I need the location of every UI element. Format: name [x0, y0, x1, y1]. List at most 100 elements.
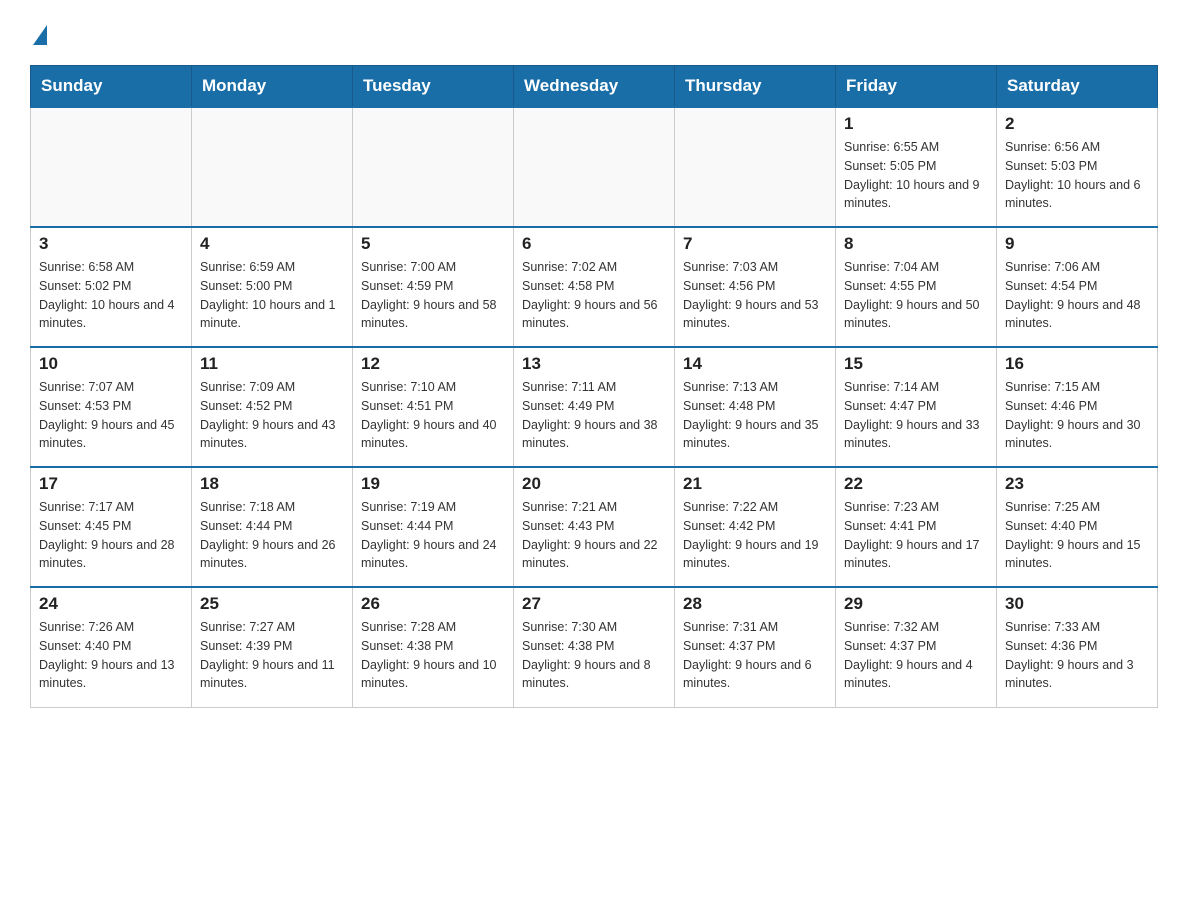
day-info: Sunrise: 7:10 AM Sunset: 4:51 PM Dayligh… [361, 378, 505, 453]
calendar-table: SundayMondayTuesdayWednesdayThursdayFrid… [30, 65, 1158, 708]
day-info: Sunrise: 7:19 AM Sunset: 4:44 PM Dayligh… [361, 498, 505, 573]
day-info: Sunrise: 7:04 AM Sunset: 4:55 PM Dayligh… [844, 258, 988, 333]
day-number: 15 [844, 354, 988, 374]
calendar-header-row: SundayMondayTuesdayWednesdayThursdayFrid… [31, 66, 1158, 108]
day-info: Sunrise: 7:11 AM Sunset: 4:49 PM Dayligh… [522, 378, 666, 453]
day-number: 23 [1005, 474, 1149, 494]
calendar-cell: 21 Sunrise: 7:22 AM Sunset: 4:42 PM Dayli… [675, 467, 836, 587]
logo-arrow-icon [33, 25, 47, 45]
calendar-cell [353, 107, 514, 227]
day-number: 12 [361, 354, 505, 374]
day-info: Sunrise: 7:22 AM Sunset: 4:42 PM Dayligh… [683, 498, 827, 573]
day-info: Sunrise: 7:26 AM Sunset: 4:40 PM Dayligh… [39, 618, 183, 693]
day-number: 19 [361, 474, 505, 494]
day-info: Sunrise: 7:18 AM Sunset: 4:44 PM Dayligh… [200, 498, 344, 573]
day-info: Sunrise: 7:00 AM Sunset: 4:59 PM Dayligh… [361, 258, 505, 333]
day-number: 21 [683, 474, 827, 494]
day-info: Sunrise: 7:25 AM Sunset: 4:40 PM Dayligh… [1005, 498, 1149, 573]
day-info: Sunrise: 7:03 AM Sunset: 4:56 PM Dayligh… [683, 258, 827, 333]
day-number: 22 [844, 474, 988, 494]
calendar-week-row: 3Sunrise: 6:58 AM Sunset: 5:02 PM Daylig… [31, 227, 1158, 347]
calendar-cell: 15 Sunrise: 7:14 AM Sunset: 4:47 PM Dayli… [836, 347, 997, 467]
day-of-week-header: Monday [192, 66, 353, 108]
page-header [30, 20, 1158, 45]
calendar-cell: 19 Sunrise: 7:19 AM Sunset: 4:44 PM Dayli… [353, 467, 514, 587]
day-number: 30 [1005, 594, 1149, 614]
day-of-week-header: Wednesday [514, 66, 675, 108]
calendar-cell: 27 Sunrise: 7:30 AM Sunset: 4:38 PM Dayli… [514, 587, 675, 707]
day-number: 25 [200, 594, 344, 614]
day-info: Sunrise: 7:09 AM Sunset: 4:52 PM Dayligh… [200, 378, 344, 453]
calendar-cell: 17Sunrise: 7:17 AM Sunset: 4:45 PM Dayli… [31, 467, 192, 587]
calendar-cell: 16Sunrise: 7:15 AM Sunset: 4:46 PM Dayli… [997, 347, 1158, 467]
day-number: 11 [200, 354, 344, 374]
calendar-cell: 25 Sunrise: 7:27 AM Sunset: 4:39 PM Dayli… [192, 587, 353, 707]
calendar-week-row: 24 Sunrise: 7:26 AM Sunset: 4:40 PM Dayli… [31, 587, 1158, 707]
day-number: 8 [844, 234, 988, 254]
calendar-cell [514, 107, 675, 227]
day-info: Sunrise: 7:31 AM Sunset: 4:37 PM Dayligh… [683, 618, 827, 693]
calendar-cell: 9 Sunrise: 7:06 AM Sunset: 4:54 PM Daylig… [997, 227, 1158, 347]
day-info: Sunrise: 7:13 AM Sunset: 4:48 PM Dayligh… [683, 378, 827, 453]
day-info: Sunrise: 7:33 AM Sunset: 4:36 PM Dayligh… [1005, 618, 1149, 693]
calendar-cell: 6 Sunrise: 7:02 AM Sunset: 4:58 PM Daylig… [514, 227, 675, 347]
day-number: 7 [683, 234, 827, 254]
day-number: 24 [39, 594, 183, 614]
day-of-week-header: Friday [836, 66, 997, 108]
calendar-cell: 22Sunrise: 7:23 AM Sunset: 4:41 PM Dayli… [836, 467, 997, 587]
day-number: 28 [683, 594, 827, 614]
day-info: Sunrise: 7:02 AM Sunset: 4:58 PM Dayligh… [522, 258, 666, 333]
day-number: 26 [361, 594, 505, 614]
calendar-cell: 18 Sunrise: 7:18 AM Sunset: 4:44 PM Dayli… [192, 467, 353, 587]
calendar-cell: 11 Sunrise: 7:09 AM Sunset: 4:52 PM Dayli… [192, 347, 353, 467]
calendar-cell: 1 Sunrise: 6:55 AM Sunset: 5:05 PM Daylig… [836, 107, 997, 227]
calendar-cell: 13Sunrise: 7:11 AM Sunset: 4:49 PM Dayli… [514, 347, 675, 467]
day-info: Sunrise: 7:14 AM Sunset: 4:47 PM Dayligh… [844, 378, 988, 453]
day-number: 27 [522, 594, 666, 614]
calendar-cell: 12 Sunrise: 7:10 AM Sunset: 4:51 PM Dayli… [353, 347, 514, 467]
calendar-cell: 20Sunrise: 7:21 AM Sunset: 4:43 PM Dayli… [514, 467, 675, 587]
day-info: Sunrise: 7:30 AM Sunset: 4:38 PM Dayligh… [522, 618, 666, 693]
calendar-cell: 3Sunrise: 6:58 AM Sunset: 5:02 PM Daylig… [31, 227, 192, 347]
day-number: 6 [522, 234, 666, 254]
calendar-week-row: 1 Sunrise: 6:55 AM Sunset: 5:05 PM Daylig… [31, 107, 1158, 227]
calendar-cell [675, 107, 836, 227]
calendar-cell [192, 107, 353, 227]
day-info: Sunrise: 7:27 AM Sunset: 4:39 PM Dayligh… [200, 618, 344, 693]
day-number: 29 [844, 594, 988, 614]
calendar-cell: 14 Sunrise: 7:13 AM Sunset: 4:48 PM Dayli… [675, 347, 836, 467]
calendar-cell: 5 Sunrise: 7:00 AM Sunset: 4:59 PM Daylig… [353, 227, 514, 347]
day-info: Sunrise: 6:58 AM Sunset: 5:02 PM Dayligh… [39, 258, 183, 333]
calendar-cell: 7 Sunrise: 7:03 AM Sunset: 4:56 PM Daylig… [675, 227, 836, 347]
day-info: Sunrise: 6:55 AM Sunset: 5:05 PM Dayligh… [844, 138, 988, 213]
calendar-cell: 8 Sunrise: 7:04 AM Sunset: 4:55 PM Daylig… [836, 227, 997, 347]
calendar-cell: 10 Sunrise: 7:07 AM Sunset: 4:53 PM Dayli… [31, 347, 192, 467]
day-number: 14 [683, 354, 827, 374]
day-number: 1 [844, 114, 988, 134]
day-info: Sunrise: 7:06 AM Sunset: 4:54 PM Dayligh… [1005, 258, 1149, 333]
calendar-cell: 29 Sunrise: 7:32 AM Sunset: 4:37 PM Dayli… [836, 587, 997, 707]
day-of-week-header: Sunday [31, 66, 192, 108]
day-number: 2 [1005, 114, 1149, 134]
day-number: 9 [1005, 234, 1149, 254]
day-number: 5 [361, 234, 505, 254]
day-number: 18 [200, 474, 344, 494]
day-info: Sunrise: 7:17 AM Sunset: 4:45 PM Dayligh… [39, 498, 183, 573]
day-of-week-header: Tuesday [353, 66, 514, 108]
day-number: 4 [200, 234, 344, 254]
calendar-cell: 30 Sunrise: 7:33 AM Sunset: 4:36 PM Dayli… [997, 587, 1158, 707]
calendar-cell: 24 Sunrise: 7:26 AM Sunset: 4:40 PM Dayli… [31, 587, 192, 707]
calendar-cell: 4Sunrise: 6:59 AM Sunset: 5:00 PM Daylig… [192, 227, 353, 347]
calendar-cell: 26Sunrise: 7:28 AM Sunset: 4:38 PM Dayli… [353, 587, 514, 707]
day-info: Sunrise: 7:07 AM Sunset: 4:53 PM Dayligh… [39, 378, 183, 453]
calendar-cell [31, 107, 192, 227]
calendar-week-row: 17Sunrise: 7:17 AM Sunset: 4:45 PM Dayli… [31, 467, 1158, 587]
day-number: 10 [39, 354, 183, 374]
day-info: Sunrise: 7:21 AM Sunset: 4:43 PM Dayligh… [522, 498, 666, 573]
calendar-cell: 23 Sunrise: 7:25 AM Sunset: 4:40 PM Dayli… [997, 467, 1158, 587]
day-of-week-header: Saturday [997, 66, 1158, 108]
day-number: 16 [1005, 354, 1149, 374]
day-of-week-header: Thursday [675, 66, 836, 108]
calendar-cell: 28 Sunrise: 7:31 AM Sunset: 4:37 PM Dayli… [675, 587, 836, 707]
day-info: Sunrise: 7:32 AM Sunset: 4:37 PM Dayligh… [844, 618, 988, 693]
